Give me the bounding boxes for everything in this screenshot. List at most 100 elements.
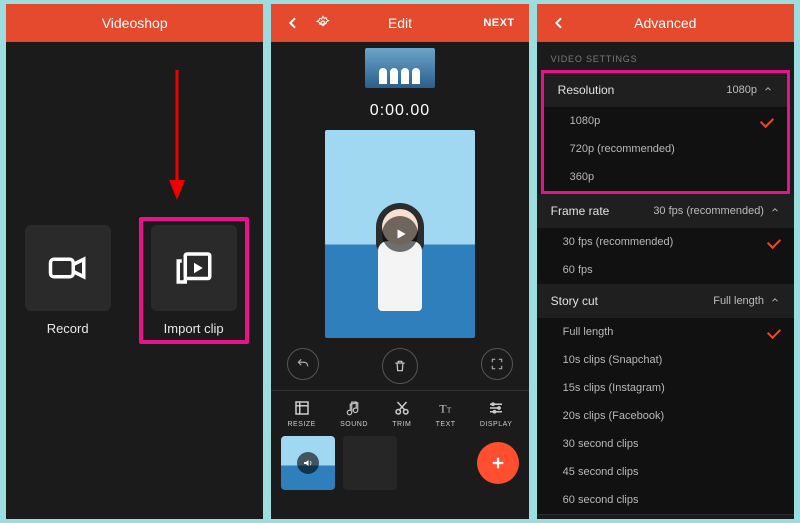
highlight-import: Import clip bbox=[139, 217, 249, 344]
option-label: 720p (recommended) bbox=[570, 143, 675, 155]
screen-advanced: Advanced VIDEO SETTINGS Resolution 1080p… bbox=[537, 4, 794, 519]
edit-body: 0:00.00 RESIZE SOUND TRIM TT TEXT DISPLAY bbox=[271, 42, 528, 519]
setting-framerate[interactable]: Frame rate 30 fps (recommended) bbox=[537, 194, 794, 228]
next-button[interactable]: NEXT bbox=[483, 17, 514, 29]
annotation-arrow-icon bbox=[165, 66, 189, 206]
fullscreen-button[interactable] bbox=[481, 348, 513, 380]
timer: 0:00.00 bbox=[370, 102, 430, 120]
setting-label: Resolution bbox=[558, 83, 615, 97]
tool-label: DISPLAY bbox=[480, 421, 513, 428]
option-label: 30 second clips bbox=[563, 438, 639, 450]
tool-sound[interactable]: SOUND bbox=[340, 399, 368, 428]
undo-icon bbox=[296, 357, 310, 371]
setting-value: Full length bbox=[713, 295, 764, 307]
option-360p[interactable]: 360p bbox=[544, 163, 787, 191]
option-label: Full length bbox=[563, 326, 614, 338]
option-10s[interactable]: 10s clips (Snapchat) bbox=[537, 346, 794, 374]
play-icon bbox=[394, 227, 408, 241]
chevron-up-icon bbox=[770, 295, 780, 308]
option-label: 60 second clips bbox=[563, 494, 639, 506]
import-tile-box bbox=[151, 225, 237, 311]
home-body: Record Import clip bbox=[6, 42, 263, 519]
setting-label: Story cut bbox=[551, 294, 598, 308]
option-30s[interactable]: 30 second clips bbox=[537, 430, 794, 458]
undo-button[interactable] bbox=[287, 348, 319, 380]
volume-icon bbox=[302, 457, 314, 469]
option-label: 360p bbox=[570, 171, 594, 183]
trim-icon bbox=[393, 399, 411, 417]
plus-icon bbox=[489, 454, 507, 472]
trash-icon bbox=[393, 359, 407, 373]
tool-label: TEXT bbox=[436, 421, 456, 428]
preview-controls bbox=[271, 338, 528, 390]
fullscreen-icon bbox=[490, 357, 504, 371]
back-button[interactable] bbox=[551, 15, 567, 31]
tool-text[interactable]: TT TEXT bbox=[436, 399, 456, 428]
tool-label: SOUND bbox=[340, 421, 368, 428]
option-1080p[interactable]: 1080p bbox=[544, 107, 787, 135]
setting-resolution[interactable]: Resolution 1080p bbox=[544, 73, 787, 107]
settings-button[interactable] bbox=[315, 15, 331, 31]
record-label: Record bbox=[47, 321, 89, 336]
option-label: 15s clips (Instagram) bbox=[563, 382, 665, 394]
import-label: Import clip bbox=[164, 321, 224, 336]
video-preview[interactable] bbox=[325, 130, 475, 338]
sound-icon bbox=[345, 399, 363, 417]
option-45s[interactable]: 45 second clips bbox=[537, 458, 794, 486]
section-label: VIDEO SETTINGS bbox=[537, 42, 794, 70]
screen-edit: Edit NEXT 0:00.00 RESIZE SOUND TRIM bbox=[271, 4, 528, 519]
play-button[interactable] bbox=[382, 216, 418, 252]
add-clip-button[interactable] bbox=[477, 442, 519, 484]
display-icon bbox=[487, 399, 505, 417]
advanced-body: VIDEO SETTINGS Resolution 1080p 1080p 72… bbox=[537, 42, 794, 519]
option-label: 1080p bbox=[570, 115, 601, 127]
option-label: 60 fps bbox=[563, 264, 593, 276]
screen-videoshop-home: Videoshop Record Import clip bbox=[6, 4, 263, 519]
option-720p[interactable]: 720p (recommended) bbox=[544, 135, 787, 163]
import-tile[interactable]: Import clip bbox=[147, 225, 241, 336]
clip-volume-badge[interactable] bbox=[297, 452, 319, 474]
clip-thumbnail[interactable] bbox=[281, 436, 335, 490]
camera-icon bbox=[47, 247, 89, 289]
svg-text:T: T bbox=[446, 406, 451, 415]
back-button[interactable] bbox=[285, 15, 301, 31]
option-label: 30 fps (recommended) bbox=[563, 236, 674, 248]
option-fulllength[interactable]: Full length bbox=[537, 318, 794, 346]
header: Edit NEXT bbox=[271, 4, 528, 42]
option-20s[interactable]: 20s clips (Facebook) bbox=[537, 402, 794, 430]
option-30fps[interactable]: 30 fps (recommended) bbox=[537, 228, 794, 256]
clip-slot-empty[interactable] bbox=[343, 436, 397, 490]
import-icon bbox=[173, 247, 215, 289]
header: Videoshop bbox=[6, 4, 263, 42]
chevron-up-icon bbox=[770, 205, 780, 218]
resize-icon bbox=[293, 399, 311, 417]
setting-value: 30 fps (recommended) bbox=[653, 205, 764, 217]
source-thumbnail[interactable] bbox=[365, 48, 435, 88]
option-60fps[interactable]: 60 fps bbox=[537, 256, 794, 284]
option-15s[interactable]: 15s clips (Instagram) bbox=[537, 374, 794, 402]
tool-trim[interactable]: TRIM bbox=[392, 399, 411, 428]
clip-strip bbox=[271, 428, 528, 498]
option-60s[interactable]: 60 second clips bbox=[537, 486, 794, 514]
page-title: Advanced bbox=[537, 15, 794, 31]
page-title: Videoshop bbox=[6, 15, 263, 31]
tool-label: TRIM bbox=[392, 421, 411, 428]
edit-toolbar: RESIZE SOUND TRIM TT TEXT DISPLAY bbox=[271, 390, 528, 428]
highlight-resolution: Resolution 1080p 1080p 720p (recommended… bbox=[541, 70, 790, 194]
tool-label: RESIZE bbox=[287, 421, 315, 428]
record-tile[interactable]: Record bbox=[21, 225, 115, 336]
chevron-up-icon bbox=[763, 84, 773, 97]
option-label: 20s clips (Facebook) bbox=[563, 410, 665, 422]
option-label: 45 second clips bbox=[563, 466, 639, 478]
option-label: 10s clips (Snapchat) bbox=[563, 354, 663, 366]
tool-display[interactable]: DISPLAY bbox=[480, 399, 513, 428]
header: Advanced bbox=[537, 4, 794, 42]
setting-storycut[interactable]: Story cut Full length bbox=[537, 284, 794, 318]
delete-button[interactable] bbox=[382, 348, 418, 384]
setting-label: Frame rate bbox=[551, 204, 610, 218]
setting-watermark[interactable]: Watermark Remove bbox=[537, 515, 794, 519]
tool-resize[interactable]: RESIZE bbox=[287, 399, 315, 428]
text-icon: TT bbox=[437, 399, 455, 417]
setting-value: 1080p bbox=[726, 84, 757, 96]
record-tile-box bbox=[25, 225, 111, 311]
